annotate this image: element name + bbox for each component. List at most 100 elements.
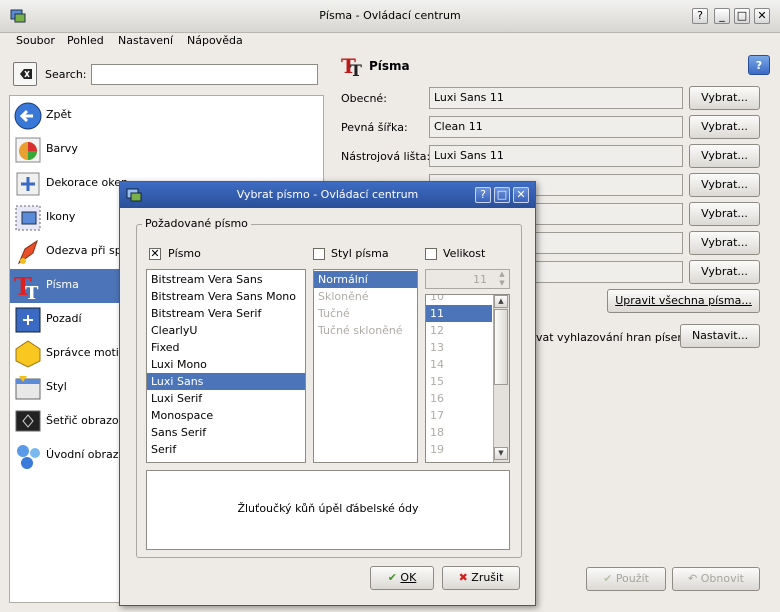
minimize-button[interactable]: _ (714, 8, 730, 24)
close-button[interactable]: ✕ (754, 8, 770, 24)
font-list-item[interactable]: Luxi Mono (147, 356, 305, 373)
size-list-item[interactable]: 18 (426, 424, 492, 441)
font-list-item[interactable]: Bitstream Vera Sans Mono (147, 288, 305, 305)
dialog-help-button[interactable]: ? (475, 187, 491, 203)
back-arrow-icon (13, 101, 43, 131)
apply-button[interactable]: ✔ Použít (586, 567, 666, 591)
reset-label: Obnovit (700, 572, 744, 585)
size-list-item[interactable]: 15 (426, 373, 492, 390)
splash-screen-icon (13, 441, 43, 471)
search-input[interactable] (91, 64, 318, 85)
size-list-item[interactable]: 12 (426, 322, 492, 339)
font-value-field: Luxi Sans 11 (429, 87, 683, 109)
size-list[interactable]: 10 11 12 13 14 15 16 17 18 19 ▲ ▼ (425, 294, 510, 463)
size-list-item[interactable]: 14 (426, 356, 492, 373)
font-list-item[interactable]: Fixed (147, 339, 305, 356)
choose-font-button[interactable]: Vybrat... (689, 202, 760, 226)
dialog-maximize-button[interactable]: □ (494, 187, 510, 203)
size-spinbox[interactable]: 11 ▲ ▼ (425, 269, 510, 289)
font-list[interactable]: Bitstream Vera Sans Bitstream Vera Sans M… (146, 269, 306, 463)
panel-title: Písma (369, 59, 410, 73)
font-dialog: Vybrat písmo - Ovládací centrum ? □ ✕ Po… (119, 181, 536, 606)
size-list-item[interactable]: 19 (426, 441, 492, 458)
font-row-label: Nástrojová lišta: (341, 150, 431, 163)
icons-icon (13, 203, 43, 233)
check-icon: ✔ (387, 571, 397, 584)
style-checkbox[interactable] (313, 248, 325, 260)
help-window-button[interactable]: ? (692, 8, 708, 24)
size-list-item[interactable]: 11 (426, 305, 492, 322)
maximize-button[interactable]: □ (734, 8, 750, 24)
ok-label: OK (400, 571, 417, 584)
size-list-scrollbar[interactable]: ▲ ▼ (493, 295, 509, 462)
style-icon (13, 373, 43, 403)
screensaver-icon (13, 407, 43, 437)
font-checkbox[interactable]: ✕ (149, 248, 161, 260)
adjust-all-fonts-button[interactable]: Upravit všechna písma... (607, 289, 760, 313)
sidebar-item-label: Barvy (46, 142, 78, 155)
menu-bar: Soubor Pohled Nastavení Nápověda (0, 33, 780, 55)
choose-font-button[interactable]: Vybrat... (689, 231, 760, 255)
font-value-field: Luxi Sans 11 (429, 145, 683, 167)
group-title: Požadované písmo (142, 217, 251, 230)
search-label: Search: (45, 68, 87, 81)
choose-font-button[interactable]: Vybrat... (689, 260, 760, 284)
dialog-title: Vybrat písmo - Ovládací centrum (236, 188, 419, 201)
dialog-title-bar[interactable]: Vybrat písmo - Ovládací centrum ? □ ✕ (120, 182, 535, 208)
scroll-down-icon[interactable]: ▼ (494, 447, 508, 460)
theme-manager-icon (13, 339, 43, 369)
spin-up-icon[interactable]: ▲ (495, 270, 509, 279)
window-decoration-icon (13, 169, 43, 199)
apply-label: Použít (615, 572, 649, 585)
preview-box: Žluťoučký kůň úpěl ďábelské ódy (146, 470, 510, 550)
style-list-item[interactable]: Skloněné (314, 288, 417, 305)
font-list-item[interactable]: Bitstream Vera Serif (147, 305, 305, 322)
undo-icon: ↶ (688, 572, 698, 585)
style-list[interactable]: Normální Skloněné Tučné Tučné skloněné (313, 269, 418, 463)
menu-napoveda[interactable]: Nápověda (187, 33, 243, 55)
font-list-item[interactable]: ClearlyU (147, 322, 305, 339)
menu-nastaveni[interactable]: Nastavení (118, 33, 173, 55)
title-bar[interactable]: Písma - Ovládací centrum ? _ □ ✕ (0, 0, 780, 33)
menu-soubor[interactable]: Soubor (16, 33, 55, 55)
size-checkbox[interactable] (425, 248, 437, 260)
font-list-item[interactable]: Serif (147, 441, 305, 458)
choose-font-button[interactable]: Vybrat... (689, 144, 760, 168)
style-list-item[interactable]: Tučné skloněné (314, 322, 417, 339)
font-list-item[interactable]: Luxi Serif (147, 390, 305, 407)
sidebar-item-label: Styl (46, 380, 67, 393)
clear-search-icon[interactable] (13, 62, 37, 86)
menu-pohled[interactable]: Pohled (67, 33, 104, 55)
dialog-close-button[interactable]: ✕ (513, 187, 529, 203)
size-list-item[interactable]: 10 (426, 295, 492, 305)
style-list-item[interactable]: Normální (314, 271, 417, 288)
spin-down-icon[interactable]: ▼ (495, 279, 509, 288)
window-title: Písma - Ovládací centrum (319, 9, 461, 22)
size-value: 11 (473, 273, 487, 286)
sidebar-item[interactable]: Zpět (10, 99, 323, 133)
cancel-button[interactable]: ✖ Zrušit (442, 566, 520, 590)
fonts-icon: TT (13, 271, 43, 304)
sidebar-item-label: Ikony (46, 210, 76, 223)
configure-button[interactable]: Nastavit... (680, 324, 760, 348)
sidebar-item[interactable]: Barvy (10, 133, 323, 167)
font-list-item[interactable]: Monospace (147, 407, 305, 424)
size-list-item[interactable]: 17 (426, 407, 492, 424)
reset-button[interactable]: ↶ Obnovit (672, 567, 760, 591)
ok-button[interactable]: ✔ OK (370, 566, 434, 590)
size-list-item[interactable]: 13 (426, 339, 492, 356)
size-list-item[interactable]: 16 (426, 390, 492, 407)
background-icon (13, 305, 43, 335)
cancel-x-icon: ✖ (458, 571, 468, 584)
scroll-thumb[interactable] (494, 309, 508, 385)
style-list-item[interactable]: Tučné (314, 305, 417, 322)
choose-font-button[interactable]: Vybrat... (689, 173, 760, 197)
help-icon[interactable]: ? (748, 55, 770, 75)
font-list-item[interactable]: Sans Serif (147, 424, 305, 441)
choose-font-button[interactable]: Vybrat... (689, 86, 760, 110)
scroll-up-icon[interactable]: ▲ (494, 295, 508, 308)
font-list-item[interactable]: Luxi Sans (147, 373, 305, 390)
font-column-label: Písmo (168, 247, 201, 260)
choose-font-button[interactable]: Vybrat... (689, 115, 760, 139)
font-list-item[interactable]: Bitstream Vera Sans (147, 271, 305, 288)
